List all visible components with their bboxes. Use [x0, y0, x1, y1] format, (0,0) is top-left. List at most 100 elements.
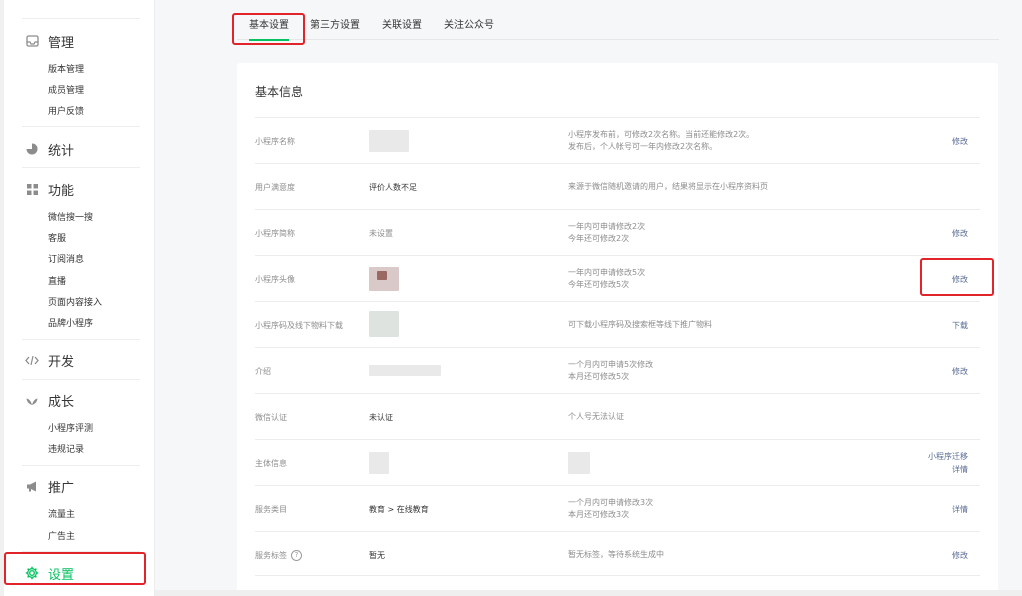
- blurred-subject: [369, 452, 389, 474]
- row-mini-program-name: 小程序名称 小程序发布前，可修改2次名称。当前还能修改2次。 发布后，个人帐号可…: [255, 117, 980, 163]
- row-introduction: 介绍 一个月内可申请5次修改 本月还可修改5次 修改: [255, 347, 980, 393]
- action-label[interactable]: 修改: [952, 227, 968, 240]
- action-label[interactable]: 修改: [952, 549, 968, 562]
- row-user-satisfaction: 用户满意度 评价人数不足 来源于微信随机邀请的用户，结果将显示在小程序资料页: [255, 163, 980, 209]
- row-value: 未设置: [369, 228, 393, 238]
- desc-line: 一个月内可申请5次修改: [568, 360, 654, 369]
- sidebar-item-wechat-search[interactable]: 微信搜一搜: [48, 212, 93, 224]
- sidebar-item-violations[interactable]: 违规记录: [48, 444, 84, 456]
- blurred-avatar: [377, 271, 387, 280]
- horizontal-scrollbar[interactable]: [155, 590, 1022, 596]
- row-label: 小程序码及线下物料下载: [255, 320, 343, 330]
- row-short-name: 小程序简称 未设置 一年内可申请修改2次 今年还可修改2次 修改: [255, 209, 980, 255]
- tab-associations[interactable]: 关联设置: [382, 12, 422, 40]
- sidebar-item-feedback[interactable]: 用户反馈: [48, 106, 84, 118]
- row-description: 暂无标签，等待系统生成中: [568, 532, 664, 578]
- row-label: 微信认证: [255, 412, 287, 422]
- sidebar-item-live[interactable]: 直播: [48, 276, 66, 288]
- sidebar-item-traffic-owner[interactable]: 流量主: [48, 509, 75, 521]
- row-label: 用户满意度: [255, 182, 295, 192]
- row-service-tags: 服务标签 ? 暂无 暂无标签，等待系统生成中 修改: [255, 531, 980, 577]
- sidebar-section-stats[interactable]: 统计: [24, 138, 74, 160]
- subject-detail-link[interactable]: 详情: [952, 463, 968, 476]
- megaphone-icon: [24, 478, 40, 494]
- row-description: 一年内可申请修改2次 今年还可修改2次: [568, 210, 645, 256]
- pie-chart-icon: [24, 141, 40, 157]
- category-detail-link[interactable]: 详情: [952, 486, 968, 532]
- divider: [22, 167, 140, 168]
- subject-actions: 小程序迁移 详情: [928, 440, 968, 486]
- sidebar-item-page-content[interactable]: 页面内容接入: [48, 297, 102, 309]
- sidebar-item-advertiser[interactable]: 广告主: [48, 531, 75, 543]
- desc-line: 本月还可修改5次: [568, 372, 630, 381]
- row-label: 小程序简称: [255, 228, 295, 238]
- highlight-box: [232, 13, 305, 45]
- divider: [22, 126, 140, 127]
- inbox-icon: [24, 33, 40, 49]
- row-service-category: 服务类目 教育 > 在线教育 一个月内可申请修改3次 本月还可修改3次 详情: [255, 485, 980, 531]
- edit-short-name-link[interactable]: 修改: [952, 210, 968, 256]
- sidebar-section-label: 功能: [48, 183, 75, 199]
- sidebar-item-brand[interactable]: 品牌小程序: [48, 318, 93, 330]
- row-value: 暂无: [369, 550, 385, 560]
- row-value: 未认证: [369, 412, 393, 422]
- code-icon: [24, 352, 40, 368]
- sidebar-section-label: 推广: [48, 480, 75, 496]
- action-label[interactable]: 详情: [952, 503, 968, 516]
- row-avatar: 小程序头像 一年内可申请修改5次 今年还可修改5次 修改: [255, 255, 980, 301]
- sidebar-item-evaluation[interactable]: 小程序评测: [48, 423, 93, 435]
- row-description: 一个月内可申请5次修改 本月还可修改5次: [568, 348, 653, 394]
- tab-third-party[interactable]: 第三方设置: [310, 12, 360, 40]
- desc-line: 暂无标签，等待系统生成中: [568, 550, 664, 559]
- row-description: 可下载小程序码及搜索框等线下推广物料: [568, 302, 712, 348]
- row-value: 评价人数不足: [369, 182, 417, 192]
- row-description: 小程序发布前，可修改2次名称。当前还能修改2次。 发布后，个人帐号可一年内修改2…: [568, 118, 754, 164]
- download-link[interactable]: 下载: [952, 302, 968, 348]
- action-label[interactable]: 修改: [952, 365, 968, 378]
- desc-line: 小程序发布前，可修改2次名称。当前还能修改2次。: [568, 130, 755, 139]
- row-description: 一年内可申请修改5次 今年还可修改5次: [568, 256, 645, 302]
- sidebar-section-growth[interactable]: 成长: [24, 389, 74, 411]
- row-label: 小程序名称: [255, 136, 295, 146]
- desc-line: 今年还可修改2次: [568, 234, 630, 243]
- edit-intro-link[interactable]: 修改: [952, 348, 968, 394]
- tab-official-account[interactable]: 关注公众号: [444, 12, 494, 40]
- row-label: 介绍: [255, 366, 271, 376]
- desc-line: 来源于微信随机邀请的用户，结果将显示在小程序资料页: [568, 182, 768, 191]
- sidebar-section-promote[interactable]: 推广: [24, 475, 74, 497]
- row-bottom-border: [255, 575, 980, 576]
- action-label[interactable]: 修改: [952, 135, 968, 148]
- sidebar-item-customer-service[interactable]: 客服: [48, 233, 66, 245]
- row-description: 来源于微信随机邀请的用户，结果将显示在小程序资料页: [568, 164, 768, 210]
- row-description: 一个月内可申请修改3次 本月还可修改3次: [568, 486, 653, 532]
- row-qrcode-download: 小程序码及线下物料下载 可下载小程序码及搜索框等线下推广物料 下载: [255, 301, 980, 347]
- row-description: 个人号无法认证: [568, 394, 624, 440]
- sidebar-section-features[interactable]: 功能: [24, 178, 74, 200]
- desc-line: 个人号无法认证: [568, 412, 624, 421]
- action-label[interactable]: 下载: [952, 319, 968, 332]
- help-icon[interactable]: ?: [291, 549, 302, 561]
- migrate-link[interactable]: 小程序迁移: [928, 450, 968, 463]
- highlight-box: [920, 258, 994, 296]
- grid-icon: [24, 181, 40, 197]
- sidebar-section-dev[interactable]: 开发: [24, 349, 74, 371]
- sidebar-section-manage[interactable]: 管理: [24, 30, 74, 52]
- blurred-qrcode: [369, 311, 399, 337]
- sidebar-item-version[interactable]: 版本管理: [48, 64, 84, 76]
- leaf-icon: [24, 392, 40, 408]
- desc-line: 一个月内可申请修改3次: [568, 498, 654, 507]
- sidebar: 管理 版本管理 成员管理 用户反馈 统计 功能 微信搜一搜 客服 订阅消息 直播…: [0, 0, 155, 596]
- sidebar-item-subscription[interactable]: 订阅消息: [48, 254, 84, 266]
- desc-line: 可下载小程序码及搜索框等线下推广物料: [568, 320, 712, 329]
- highlight-box: [4, 552, 146, 585]
- row-label-text: 服务标签: [255, 550, 287, 560]
- edit-tags-link[interactable]: 修改: [952, 532, 968, 578]
- desc-line: 今年还可修改5次: [568, 280, 630, 289]
- divider: [22, 379, 140, 380]
- edit-name-link[interactable]: 修改: [952, 118, 968, 164]
- desc-line: 发布后，个人帐号可一年内修改2次名称。: [568, 142, 718, 151]
- sidebar-section-label: 统计: [48, 143, 75, 159]
- sidebar-item-members[interactable]: 成员管理: [48, 85, 84, 97]
- blurred-name: [369, 130, 409, 152]
- desc-line: 一年内可申请修改2次: [568, 222, 646, 231]
